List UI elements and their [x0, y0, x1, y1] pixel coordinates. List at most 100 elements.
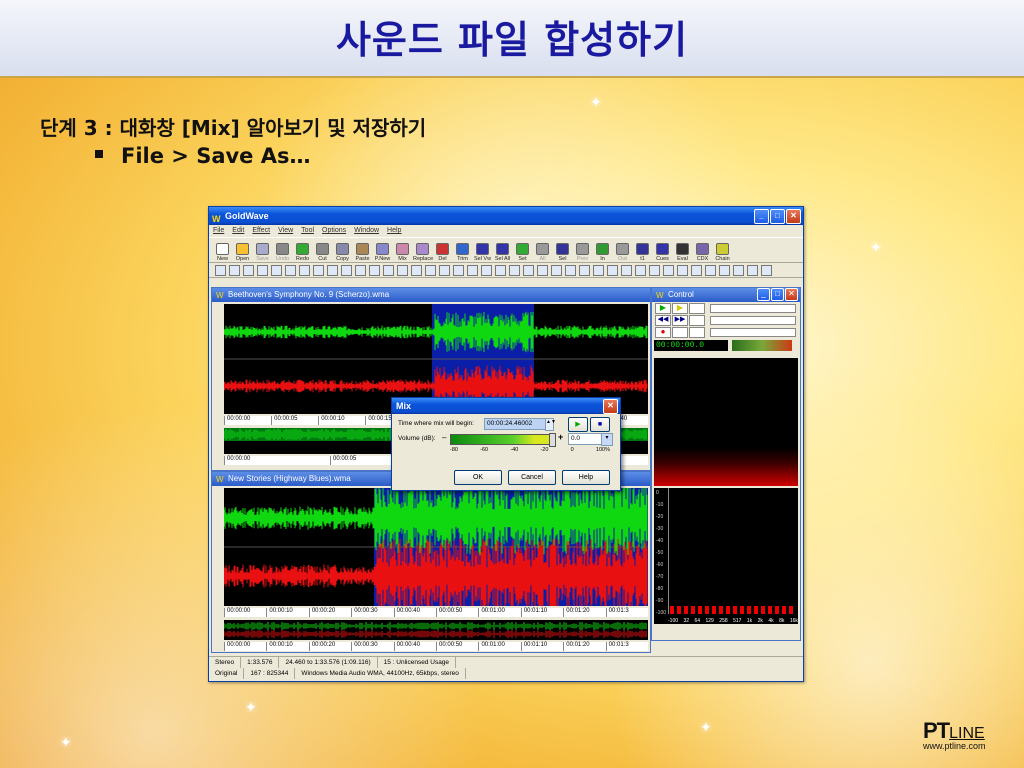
- effect-icon[interactable]: [313, 264, 324, 276]
- effect-icon[interactable]: [551, 264, 562, 276]
- toolbar-set-button[interactable]: Set: [513, 243, 532, 262]
- effect-icon[interactable]: [635, 264, 646, 276]
- effect-icon[interactable]: [341, 264, 352, 276]
- toolbar-paste-button[interactable]: Paste: [353, 243, 372, 262]
- toolbar-undo-button[interactable]: Undo: [273, 243, 292, 262]
- menu-options[interactable]: Options: [322, 225, 346, 237]
- maximize-button[interactable]: □: [770, 209, 785, 224]
- stop-button[interactable]: [689, 302, 705, 314]
- effect-icon[interactable]: [271, 264, 282, 276]
- ok-button[interactable]: OK: [454, 470, 502, 485]
- effect-icon[interactable]: [453, 264, 464, 276]
- help-button[interactable]: Help: [562, 470, 610, 485]
- mix-time-input[interactable]: 00:00:24.46002: [484, 418, 546, 430]
- toolbar-new-button[interactable]: New: [213, 243, 232, 262]
- maximize-button[interactable]: □: [771, 288, 784, 301]
- toolbar-open-button[interactable]: Open: [233, 243, 252, 262]
- volume-decrease-icon[interactable]: –: [442, 433, 446, 442]
- volume-increase-icon[interactable]: +: [558, 432, 563, 442]
- mix-volume-input[interactable]: 0.0: [568, 433, 602, 445]
- toolbar-sel-button[interactable]: Sel: [553, 243, 572, 262]
- toolbar-cdx-button[interactable]: CDX: [693, 243, 712, 262]
- effect-icon[interactable]: [369, 264, 380, 276]
- speed-slider[interactable]: [710, 327, 796, 337]
- effect-icon[interactable]: [243, 264, 254, 276]
- mix-close-button[interactable]: ✕: [603, 399, 618, 414]
- toolbar-mix-button[interactable]: Mix: [393, 243, 412, 262]
- toolbar-trim-button[interactable]: Trim: [453, 243, 472, 262]
- toolbar-del-button[interactable]: Del: [433, 243, 452, 262]
- play-selection-button[interactable]: ▶: [672, 302, 688, 314]
- menu-view[interactable]: View: [278, 225, 293, 237]
- effect-icon[interactable]: [285, 264, 296, 276]
- mix-stop-button[interactable]: ■: [590, 417, 610, 432]
- record-pause-button[interactable]: [672, 326, 688, 338]
- menu-help[interactable]: Help: [387, 225, 401, 237]
- record-button[interactable]: ●: [655, 326, 671, 338]
- effect-icon[interactable]: [761, 264, 772, 276]
- effect-icon[interactable]: [719, 264, 730, 276]
- effect-icon[interactable]: [425, 264, 436, 276]
- toolbar-prev-button[interactable]: Prev: [573, 243, 592, 262]
- effect-icon[interactable]: [397, 264, 408, 276]
- toolbar-p-new-button[interactable]: P.New: [373, 243, 392, 262]
- effect-icon[interactable]: [705, 264, 716, 276]
- effect-icon[interactable]: [229, 264, 240, 276]
- toolbar-all-button[interactable]: All: [533, 243, 552, 262]
- toolbar-cues-button[interactable]: Cues: [653, 243, 672, 262]
- cancel-button[interactable]: Cancel: [508, 470, 556, 485]
- effect-icon[interactable]: [663, 264, 674, 276]
- minimize-button[interactable]: _: [754, 209, 769, 224]
- effect-icon[interactable]: [677, 264, 688, 276]
- rewind-button[interactable]: ◀◀: [655, 314, 671, 326]
- menu-tool[interactable]: Tool: [301, 225, 314, 237]
- effect-icon[interactable]: [593, 264, 604, 276]
- effect-icon[interactable]: [355, 264, 366, 276]
- mix-volume-thumb[interactable]: [549, 433, 556, 447]
- effect-icon[interactable]: [607, 264, 618, 276]
- mix-play-button[interactable]: ▶: [568, 417, 588, 432]
- close-button[interactable]: ✕: [785, 288, 798, 301]
- toolbar-sel-vw-button[interactable]: Sel Vw: [473, 243, 492, 262]
- toolbar-copy-button[interactable]: Copy: [333, 243, 352, 262]
- effect-icon[interactable]: [565, 264, 576, 276]
- effect-icon[interactable]: [691, 264, 702, 276]
- toolbar-replace-button[interactable]: Replace: [413, 243, 433, 262]
- effect-icon[interactable]: [439, 264, 450, 276]
- effect-icon[interactable]: [621, 264, 632, 276]
- pause-button[interactable]: [689, 314, 705, 326]
- toolbar-sel-all-button[interactable]: Sel All: [493, 243, 512, 262]
- mix-volume-slider[interactable]: [450, 433, 556, 447]
- effect-icon[interactable]: [467, 264, 478, 276]
- toolbar-redo-button[interactable]: Redo: [293, 243, 312, 262]
- effect-icon[interactable]: [327, 264, 338, 276]
- chevron-down-icon[interactable]: ▾: [601, 433, 613, 446]
- effect-icon[interactable]: [649, 264, 660, 276]
- effect-icon[interactable]: [215, 264, 226, 276]
- mix-time-spinner[interactable]: ▲▼: [545, 418, 556, 431]
- effect-icon[interactable]: [299, 264, 310, 276]
- toolbar-out-button[interactable]: Out: [613, 243, 632, 262]
- play-button[interactable]: ▶: [655, 302, 671, 314]
- menu-window[interactable]: Window: [354, 225, 379, 237]
- balance-slider[interactable]: [710, 315, 796, 325]
- fast-forward-button[interactable]: ▶▶: [672, 314, 688, 326]
- toolbar-cut-button[interactable]: Cut: [313, 243, 332, 262]
- effect-icon[interactable]: [733, 264, 744, 276]
- toolbar-eval-button[interactable]: Eval: [673, 243, 692, 262]
- effect-icon[interactable]: [523, 264, 534, 276]
- effect-icon[interactable]: [481, 264, 492, 276]
- effect-icon[interactable]: [509, 264, 520, 276]
- close-button[interactable]: ✕: [786, 209, 801, 224]
- effect-icon[interactable]: [411, 264, 422, 276]
- effect-icon[interactable]: [383, 264, 394, 276]
- toolbar-t1-button[interactable]: t1: [633, 243, 652, 262]
- menu-effect[interactable]: Effect: [252, 225, 270, 237]
- effect-icon[interactable]: [495, 264, 506, 276]
- toolbar-chain-button[interactable]: Chain: [713, 243, 732, 262]
- effect-icon[interactable]: [747, 264, 758, 276]
- menu-edit[interactable]: Edit: [232, 225, 244, 237]
- effect-icon[interactable]: [537, 264, 548, 276]
- overview-2[interactable]: [224, 620, 648, 640]
- record-settings-button[interactable]: [689, 326, 705, 338]
